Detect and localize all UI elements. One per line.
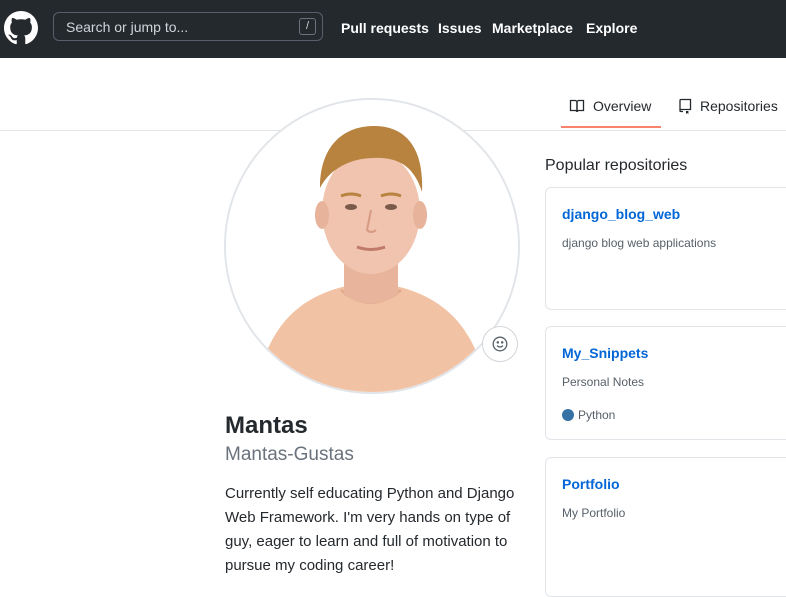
popular-repositories-heading: Popular repositories — [545, 157, 688, 174]
github-logo-icon[interactable] — [4, 11, 38, 45]
repo-language-label: Python — [578, 408, 616, 422]
repo-description: django blog web applications — [562, 236, 717, 250]
tab-overview-label: Overview — [593, 98, 652, 114]
search-shortcut-key: / — [299, 18, 316, 35]
nav-pull-requests[interactable]: Pull requests — [341, 0, 429, 58]
search-input[interactable] — [54, 13, 296, 40]
avatar-photo — [226, 100, 518, 392]
repo-card: Portfolio My Portfolio — [545, 457, 786, 597]
repo-description: Personal Notes — [562, 375, 645, 389]
search-box: / — [53, 12, 323, 41]
nav-explore[interactable]: Explore — [586, 0, 637, 58]
tab-repositories-label: Repositories — [700, 98, 778, 114]
repo-name-link[interactable]: Portfolio — [562, 476, 620, 492]
repo-name-link[interactable]: django_blog_web — [562, 206, 680, 222]
language-color-dot — [562, 409, 574, 421]
profile-username: Mantas-Gustas — [225, 444, 354, 465]
repo-description: My Portfolio — [562, 506, 626, 520]
tab-overview[interactable]: Overview — [561, 88, 661, 128]
nav-issues[interactable]: Issues — [438, 0, 482, 58]
set-status-button[interactable] — [482, 326, 518, 362]
profile-bio: Currently self educating Python and Djan… — [225, 485, 515, 574]
profile-full-name: Mantas — [225, 412, 308, 439]
top-navbar: / Pull requests Issues Marketplace Explo… — [0, 0, 786, 58]
tab-repositories[interactable]: Repositories — [678, 88, 778, 130]
avatar[interactable] — [224, 98, 520, 394]
repo-card: django_blog_web django blog web applicat… — [545, 187, 786, 310]
repo-card: My_Snippets Personal Notes Python — [545, 326, 786, 440]
repo-language: Python — [562, 408, 615, 422]
repo-name-link[interactable]: My_Snippets — [562, 345, 648, 361]
repo-icon — [679, 98, 692, 114]
nav-marketplace[interactable]: Marketplace — [492, 0, 573, 58]
smiley-icon — [492, 336, 508, 352]
book-icon — [569, 99, 585, 113]
